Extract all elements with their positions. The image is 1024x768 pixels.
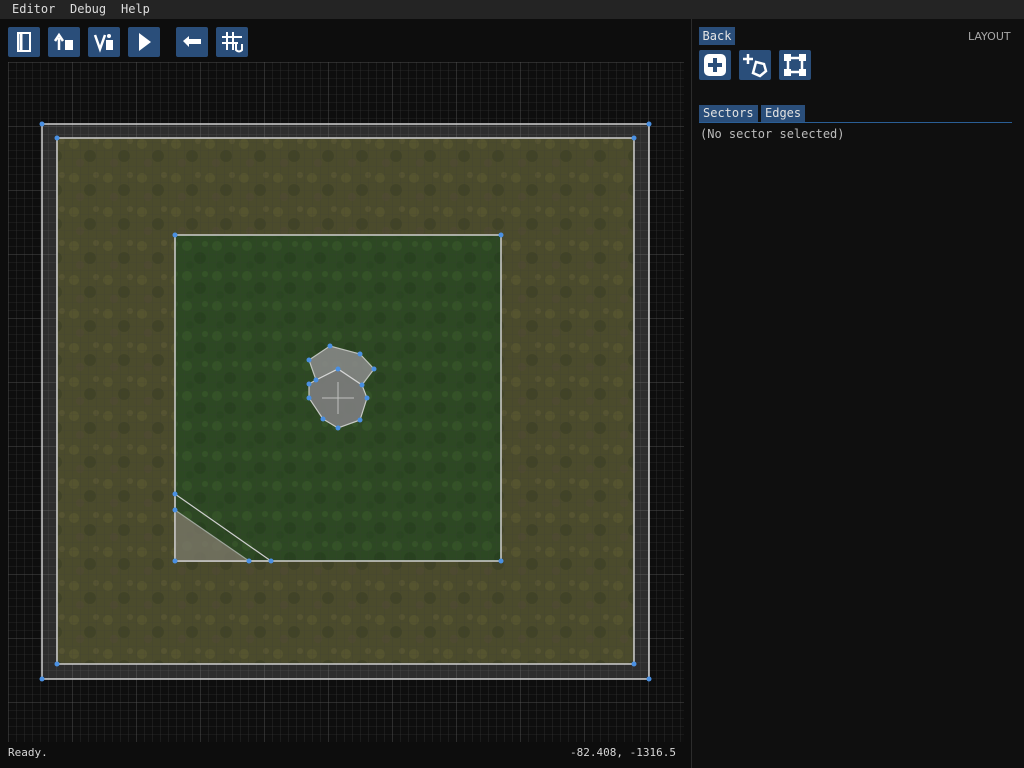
vertex[interactable] <box>335 366 341 372</box>
vertex[interactable] <box>39 676 45 682</box>
vertex[interactable] <box>335 425 341 431</box>
undo-icon <box>183 36 201 47</box>
vertex[interactable] <box>306 357 312 363</box>
menu-editor[interactable]: Editor <box>12 2 55 16</box>
grid-snap-button[interactable] <box>216 27 248 57</box>
vertex[interactable] <box>498 232 504 238</box>
empty-selection-message: (No sector selected) <box>700 127 845 141</box>
play-button[interactable] <box>128 27 160 57</box>
vertex[interactable] <box>268 558 274 564</box>
vertex[interactable] <box>631 135 637 141</box>
vertex[interactable] <box>172 232 178 238</box>
vertex[interactable] <box>364 395 370 401</box>
add-polygon-icon <box>743 54 768 78</box>
menu-help[interactable]: Help <box>121 2 150 16</box>
select-vertices-button[interactable] <box>779 50 811 80</box>
vertex[interactable] <box>54 661 60 667</box>
vertex[interactable] <box>327 343 333 349</box>
vertex[interactable] <box>357 417 363 423</box>
vertex[interactable] <box>320 416 326 422</box>
vertex[interactable] <box>172 558 178 564</box>
load-button[interactable] <box>48 27 80 57</box>
add-sector-button[interactable] <box>699 50 731 80</box>
vertex[interactable] <box>172 507 178 513</box>
vertex[interactable] <box>359 382 365 388</box>
vertex[interactable] <box>646 121 652 127</box>
save-file-icon <box>93 34 113 53</box>
vertex[interactable] <box>172 491 178 497</box>
vertex[interactable] <box>631 661 637 667</box>
map-canvas[interactable] <box>8 62 684 742</box>
undo-button[interactable] <box>176 27 208 57</box>
vertex[interactable] <box>313 377 319 383</box>
menu-debug[interactable]: Debug <box>70 2 106 16</box>
exit-door-icon <box>17 32 31 52</box>
tab-sectors[interactable]: Sectors <box>699 105 758 122</box>
vertex[interactable] <box>646 676 652 682</box>
map-viewport[interactable] <box>8 62 684 742</box>
vertex[interactable] <box>306 395 312 401</box>
tab-edges[interactable]: Edges <box>761 105 806 122</box>
mode-label: LAYOUT <box>968 30 1011 43</box>
load-up-icon <box>53 32 73 50</box>
back-button[interactable]: Back <box>699 27 735 45</box>
cursor-coordinates: -82.408, -1316.5 <box>570 746 676 759</box>
select-vertices-icon <box>784 54 806 76</box>
add-polygon-button[interactable] <box>739 50 771 80</box>
vertex[interactable] <box>498 558 504 564</box>
vertex[interactable] <box>306 381 312 387</box>
menu-bar: Editor Debug Help <box>0 0 1024 19</box>
vertex[interactable] <box>54 135 60 141</box>
exit-button[interactable] <box>8 27 40 57</box>
vertex[interactable] <box>246 558 252 564</box>
status-text: Ready. <box>8 746 48 759</box>
vertex[interactable] <box>39 121 45 127</box>
vertex[interactable] <box>371 366 377 372</box>
play-icon <box>139 33 151 51</box>
vertex[interactable] <box>357 351 363 357</box>
tab-underline <box>699 122 1012 123</box>
add-sector-icon <box>704 54 726 76</box>
grid-snap-icon <box>222 32 243 53</box>
save-button[interactable] <box>88 27 120 57</box>
